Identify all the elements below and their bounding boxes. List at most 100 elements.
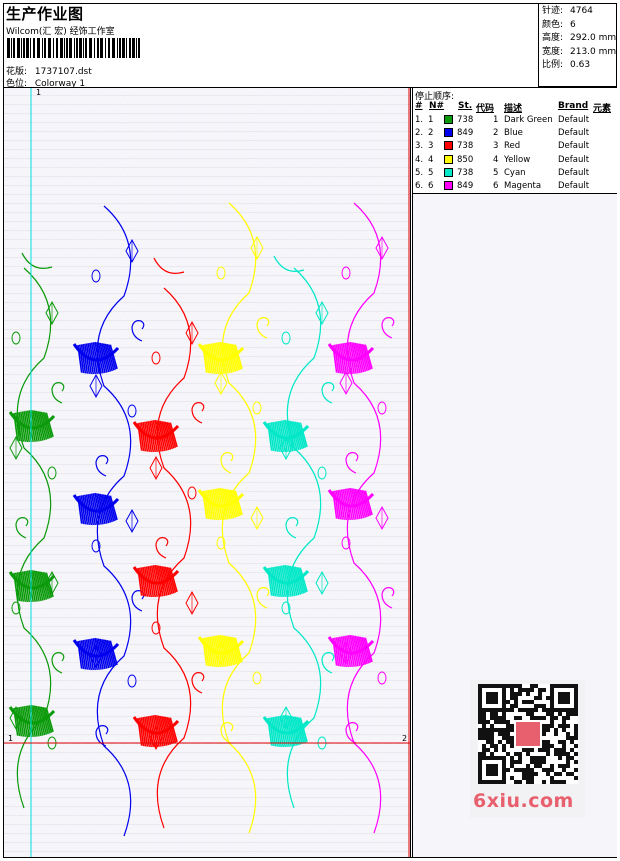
row-num: 4. — [415, 154, 424, 165]
embroidery-fan — [72, 637, 120, 671]
row-brand: Default — [558, 141, 590, 152]
row-num: 5. — [415, 167, 424, 178]
embroidery-fan — [262, 564, 310, 598]
stat-colors: 颜色: 6 — [542, 19, 617, 33]
row-description: Red — [504, 141, 521, 152]
row-stitch: 849 — [457, 181, 474, 191]
axis-label-left: 1 — [8, 734, 14, 743]
embroidery-hook — [273, 255, 305, 273]
embroidery-fan — [197, 341, 245, 375]
color-swatch — [444, 154, 453, 164]
embroidery-bud — [252, 401, 262, 415]
embroidery-bud — [187, 486, 197, 500]
row-needle: 3 — [428, 141, 434, 152]
watermark: 6xiu.com — [473, 790, 574, 812]
col-header-brand: Brand — [558, 101, 589, 111]
header-info: 生产作业图 Wilcom(汇 宏) 经饰工作室 花版: 1737107.dst … — [4, 3, 538, 89]
stat-label: 颜色: — [542, 19, 564, 30]
row-description: Cyan — [504, 167, 526, 178]
embroidery-design — [4, 88, 410, 857]
sheet-title: 生产作业图 — [6, 5, 84, 23]
row-needle: 6 — [428, 181, 434, 191]
stat-scale: 比例: 0.63 — [542, 59, 617, 73]
table-row[interactable]: 6. 6 849 6 Magenta Default — [413, 181, 617, 194]
embroidery-fan — [8, 704, 56, 738]
row-code: 2 — [493, 128, 499, 139]
stat-label: 针迹: — [542, 6, 564, 16]
color-swatch — [444, 181, 453, 190]
stat-label: 比例: — [542, 60, 564, 70]
table-row[interactable]: 2. 2 849 2 Blue Default — [413, 128, 617, 141]
col-header-element: 元素 — [593, 104, 612, 114]
qr-code — [478, 684, 578, 784]
embroidery-fan — [72, 341, 120, 375]
stat-value: 4764 — [570, 6, 593, 16]
axis-label-top: 1 — [36, 88, 42, 97]
row-stitch: 738 — [457, 141, 474, 152]
stat-width: 宽度: 213.0 mm — [542, 46, 617, 60]
embroidery-bud — [216, 266, 226, 280]
row-code: 6 — [493, 181, 499, 191]
row-description: Dark Green — [504, 115, 553, 125]
row-description: Magenta — [504, 181, 542, 191]
color-swatch — [444, 128, 453, 138]
row-num: 3. — [415, 141, 424, 152]
embroidery-bud — [377, 401, 387, 415]
embroidery-fan — [197, 634, 245, 668]
embroidery-hook — [153, 257, 185, 275]
company-name: Wilcom(汇 宏) 经饰工作室 — [6, 27, 115, 37]
row-brand: Default — [558, 128, 590, 139]
embroidery-fan — [132, 714, 180, 748]
row-num: 6. — [415, 181, 424, 191]
embroidery-fan — [327, 341, 375, 375]
table-row[interactable]: 1. 1 738 1 Dark Green Default — [413, 115, 617, 128]
color-swatch — [444, 167, 453, 177]
row-brand: Default — [558, 115, 590, 125]
embroidery-bud — [252, 671, 262, 685]
row-code: 3 — [493, 141, 499, 152]
row-needle: 2 — [428, 128, 434, 139]
table-row[interactable]: 4. 4 850 4 Yellow Default — [413, 154, 617, 168]
embroidery-fan — [8, 569, 56, 603]
col-header-desc: 描述 — [504, 104, 523, 114]
embroidery-fan — [327, 487, 375, 521]
row-brand: Default — [558, 181, 590, 191]
embroidery-vine — [156, 287, 192, 829]
row-code: 4 — [493, 154, 499, 165]
row-code: 5 — [493, 167, 499, 178]
row-num: 1. — [415, 115, 424, 125]
row-description: Yellow — [504, 154, 531, 165]
embroidery-fan — [132, 419, 180, 453]
stat-height: 高度: 292.0 mm — [542, 32, 617, 46]
stat-stitches: 针迹: 4764 — [542, 5, 617, 19]
row-brand: Default — [558, 167, 590, 178]
stop-sequence-table: 停止顺序: # N# St. 代码 描述 Brand 元素 1. 1 738 1 Dar… — [413, 88, 617, 194]
embroidery-bud — [341, 266, 351, 280]
embroidery-fan — [8, 409, 56, 443]
stat-value: 292.0 mm — [570, 33, 617, 43]
axis-label-right: 2 — [402, 734, 408, 743]
embroidery-fan — [327, 634, 375, 668]
design-canvas[interactable]: 1 1 2 — [4, 88, 410, 857]
row-needle: 5 — [428, 167, 434, 178]
embroidery-bud — [47, 466, 57, 480]
row-num: 2. — [415, 128, 424, 139]
color-swatch — [444, 141, 453, 151]
color-swatch — [444, 115, 453, 124]
row-description: Blue — [504, 128, 523, 139]
stat-value: 0.63 — [570, 60, 591, 70]
table-row[interactable]: 3. 3 738 3 Red Default — [413, 141, 617, 154]
design-stats: 针迹: 4764 颜色: 6 高度: 292.0 mm 宽度: 213.0 mm 比例:… — [538, 3, 617, 87]
stat-label: 高度: — [542, 33, 564, 43]
table-row[interactable]: 5. 5 738 5 Cyan Default — [413, 167, 617, 181]
barcode — [7, 38, 140, 58]
col-header-code: 代码 — [476, 104, 495, 114]
embroidery-bud — [11, 331, 21, 345]
row-stitch: 850 — [457, 154, 474, 165]
embroidery-bud — [151, 351, 161, 365]
row-brand: Default — [558, 154, 590, 165]
row-needle: 4 — [428, 154, 434, 165]
stat-label: 宽度: — [542, 46, 564, 57]
embroidery-fan — [262, 419, 310, 453]
embroidery-fan — [262, 714, 310, 748]
